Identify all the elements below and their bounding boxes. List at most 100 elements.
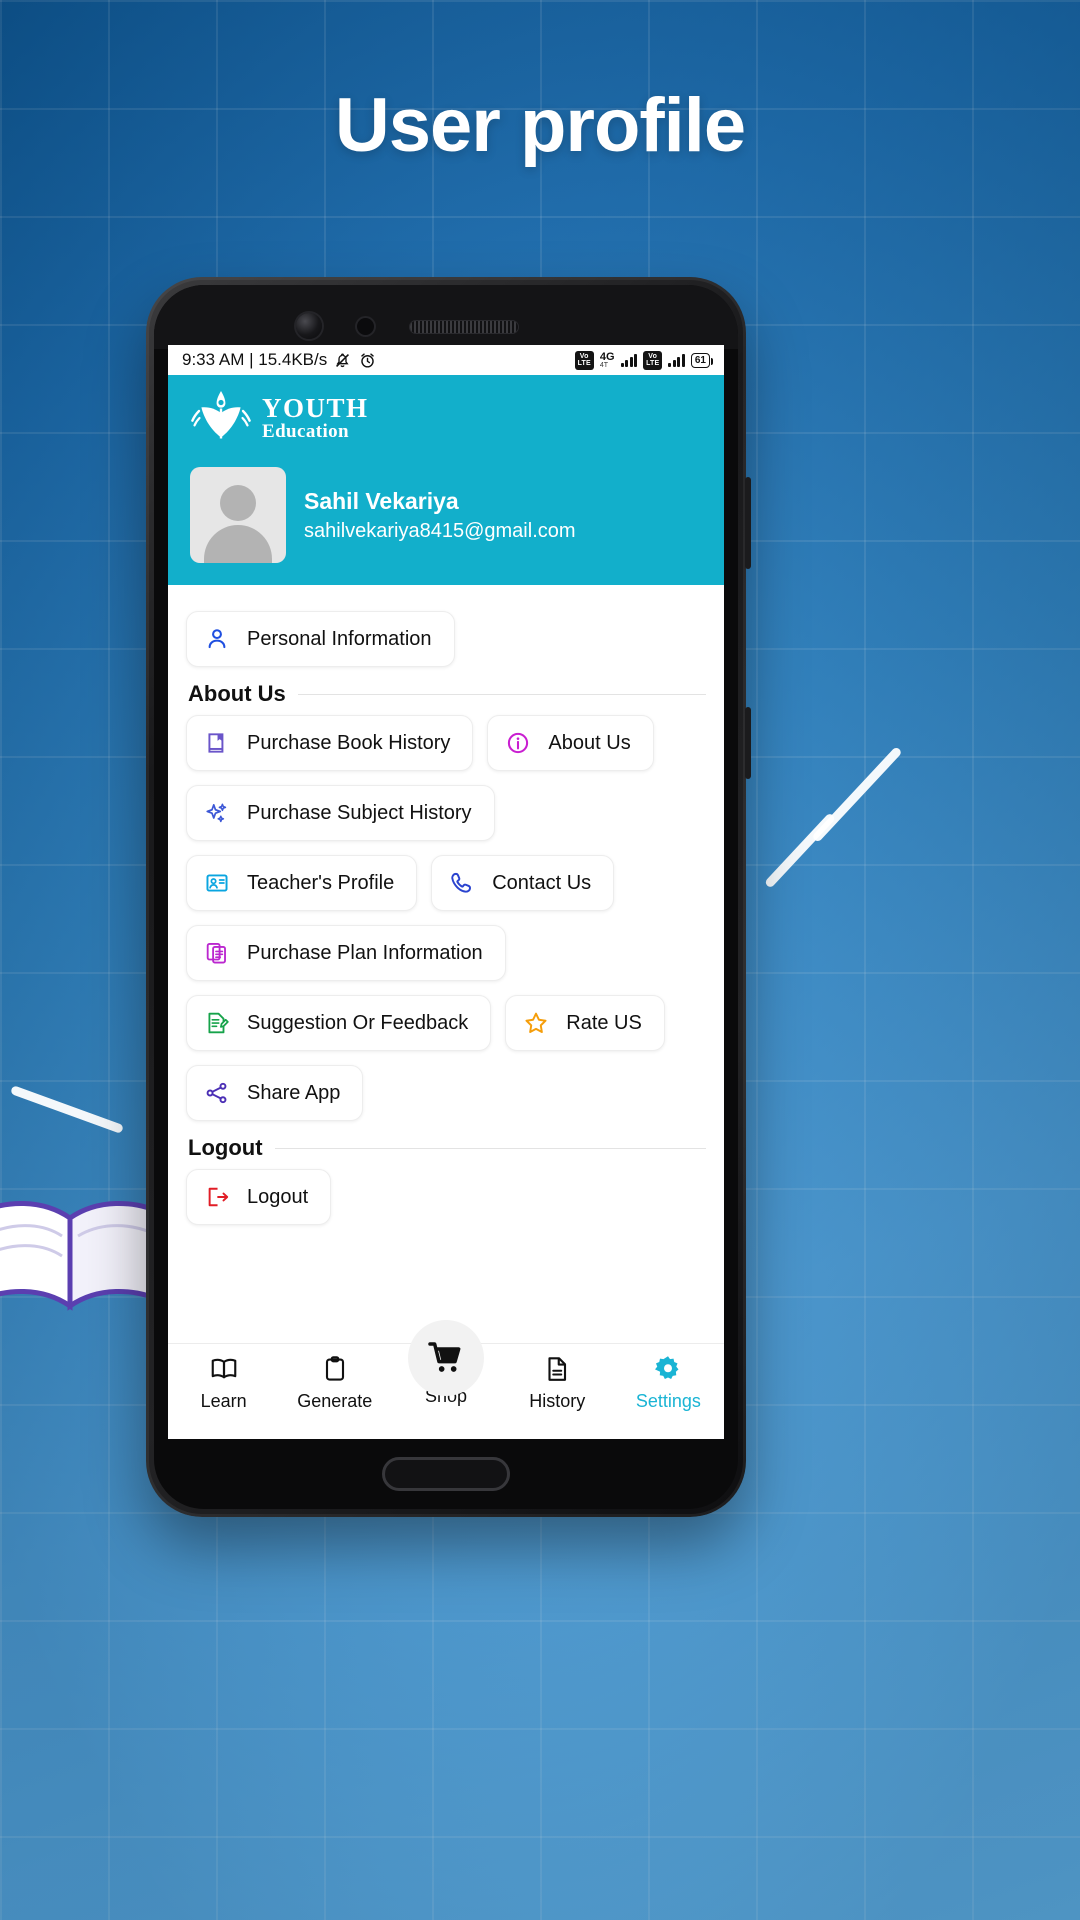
menu-item-purchase-subject-history[interactable]: Purchase Subject History: [186, 785, 495, 841]
volte-line1: Vo: [579, 352, 589, 360]
power-button[interactable]: [745, 707, 751, 779]
section-divider: [274, 1147, 706, 1149]
menu-item-label: Purchase Book History: [247, 731, 451, 754]
phone-mockup: 9:33 AM | 15.4KB/s Vo LTE 4G 4T Vo LTE 6…: [146, 277, 751, 1517]
menu-item-share-app[interactable]: Share App: [186, 1065, 364, 1121]
menu-row: Personal Information: [186, 611, 706, 667]
avatar-body-shape: [204, 525, 272, 563]
battery-indicator: 61: [690, 352, 714, 368]
volume-button[interactable]: [745, 477, 751, 569]
section-header-logout: Logout: [188, 1135, 706, 1161]
menu-item-label: About Us: [548, 731, 631, 754]
menu-item-label: Logout: [247, 1185, 309, 1208]
logout-arrow-icon: [203, 1183, 231, 1211]
menu-item-label: Contact Us: [492, 871, 592, 894]
clipboard-icon: [320, 1354, 350, 1384]
page-title: User profile: [334, 83, 746, 168]
menu-row: Purchase Subject History: [186, 785, 706, 841]
network-sub-label: 4T: [599, 361, 609, 369]
section-title: Logout: [188, 1135, 263, 1160]
battery-level-label: 61: [694, 354, 706, 366]
decorative-stroke: [763, 812, 837, 889]
menu-item-suggestion-or-feedback[interactable]: Suggestion Or Feedback: [186, 995, 492, 1051]
menu-item-rate-us[interactable]: Rate US: [505, 995, 665, 1051]
menu-row: Teacher's Profile Contact Us: [186, 855, 706, 911]
menu-row: Purchase Plan Information: [186, 925, 706, 981]
status-time-and-speed: 9:33 AM | 15.4KB/s: [182, 350, 328, 369]
nav-item-label: History: [529, 1391, 586, 1411]
clipboard-copy-icon: [203, 939, 231, 967]
menu-item-about-us[interactable]: About Us: [487, 715, 654, 771]
volte-badge: Vo LTE: [574, 350, 594, 370]
menu-item-label: Teacher's Profile: [247, 871, 395, 894]
menu-item-label: Rate US: [566, 1011, 642, 1034]
section-divider: [297, 693, 706, 695]
status-bar: 9:33 AM | 15.4KB/s Vo LTE 4G 4T Vo LTE 6…: [168, 345, 724, 375]
earpiece-speaker: [410, 321, 518, 333]
section-header-about-us: About Us: [188, 681, 706, 707]
menu-row: Suggestion Or Feedback Rate US: [186, 995, 706, 1051]
nav-item-label: Settings: [635, 1391, 701, 1411]
status-bar-right: Vo LTE 4G 4T Vo LTE 61: [574, 350, 714, 370]
nav-item-label: Learn: [200, 1391, 247, 1411]
nav-item-label: Generate: [297, 1391, 373, 1411]
menu-item-personal-information[interactable]: Personal Information: [186, 611, 455, 667]
brand-title: YOUTH: [262, 393, 369, 423]
alarm-clock-icon: [361, 352, 374, 368]
profile-row[interactable]: Sahil Vekariya sahilvekariya8415@gmail.c…: [190, 467, 702, 563]
share-nodes-icon: [203, 1079, 231, 1107]
status-bar-left: 9:33 AM | 15.4KB/s: [182, 350, 377, 370]
nav-item-shop[interactable]: Shop: [390, 1320, 501, 1407]
id-card-icon: [203, 869, 231, 897]
volte-line2: LTE: [577, 360, 591, 367]
star-outline-icon: [522, 1009, 550, 1037]
person-outline-icon: [203, 625, 231, 653]
brand-subtitle: Education: [262, 421, 350, 442]
brand-block: YOUTH Education: [190, 387, 702, 449]
menu-item-purchase-book-history[interactable]: Purchase Book History: [186, 715, 474, 771]
book-bookmark-icon: [203, 729, 231, 757]
nav-item-generate[interactable]: Generate: [279, 1354, 390, 1412]
menu-item-label: Personal Information: [247, 627, 432, 650]
app-header: YOUTH Education Sahil Vekariya sahilveka…: [168, 375, 724, 585]
profile-email: sahilvekariya8415@gmail.com: [304, 519, 576, 542]
avatar-head-shape: [220, 485, 256, 521]
document-icon: [542, 1354, 572, 1384]
shopping-cart-icon: [428, 1342, 461, 1372]
menu-row: Purchase Book History About Us: [186, 715, 706, 771]
brand-text: YOUTH Education: [262, 393, 369, 442]
nav-item-learn[interactable]: Learn: [168, 1354, 279, 1412]
menu-item-purchase-plan-information[interactable]: Purchase Plan Information: [186, 925, 506, 981]
menu-row: Logout: [186, 1169, 706, 1225]
nav-item-history[interactable]: History: [502, 1354, 613, 1412]
poster-background: User profile 9:33 AM | 15.4KB/s Vo LTE 4…: [0, 0, 1080, 1920]
menu-item-label: Suggestion Or Feedback: [247, 1011, 469, 1034]
phone-call-icon: [448, 869, 476, 897]
menu-item-contact-us[interactable]: Contact Us: [431, 855, 615, 911]
shop-fab-background: [408, 1320, 484, 1396]
section-title: About Us: [188, 681, 286, 706]
home-button[interactable]: [382, 1457, 510, 1491]
volte2-line2: LTE: [646, 360, 660, 367]
bottom-navigation-bar: Learn Generate Shop History Settings: [168, 1320, 724, 1439]
network-type-label: 4G: [599, 350, 615, 363]
menu-item-label: Share App: [247, 1081, 341, 1104]
info-circle-icon: [504, 729, 532, 757]
phone-screen: 9:33 AM | 15.4KB/s Vo LTE 4G 4T Vo LTE 6…: [168, 345, 724, 1439]
bell-muted-icon: [336, 352, 350, 367]
sensor-icon: [357, 318, 374, 335]
signal-bars-1-icon: [620, 353, 638, 367]
avatar[interactable]: [190, 467, 286, 563]
network-indicator: 4G 4T: [599, 350, 615, 369]
menu-item-teachers-profile[interactable]: Teacher's Profile: [186, 855, 418, 911]
front-camera-icon: [296, 313, 322, 339]
profile-name: Sahil Vekariya: [304, 487, 459, 514]
sparkles-icon: [203, 799, 231, 827]
open-book-icon: [209, 1354, 239, 1384]
nav-item-settings[interactable]: Settings: [613, 1354, 724, 1412]
phone-top-bezel: [154, 285, 738, 349]
menu-item-label: Purchase Plan Information: [247, 941, 483, 964]
menu-item-logout[interactable]: Logout: [186, 1169, 332, 1225]
volte2-line1: Vo: [648, 352, 658, 360]
signal-bars-2-icon: [668, 353, 685, 367]
